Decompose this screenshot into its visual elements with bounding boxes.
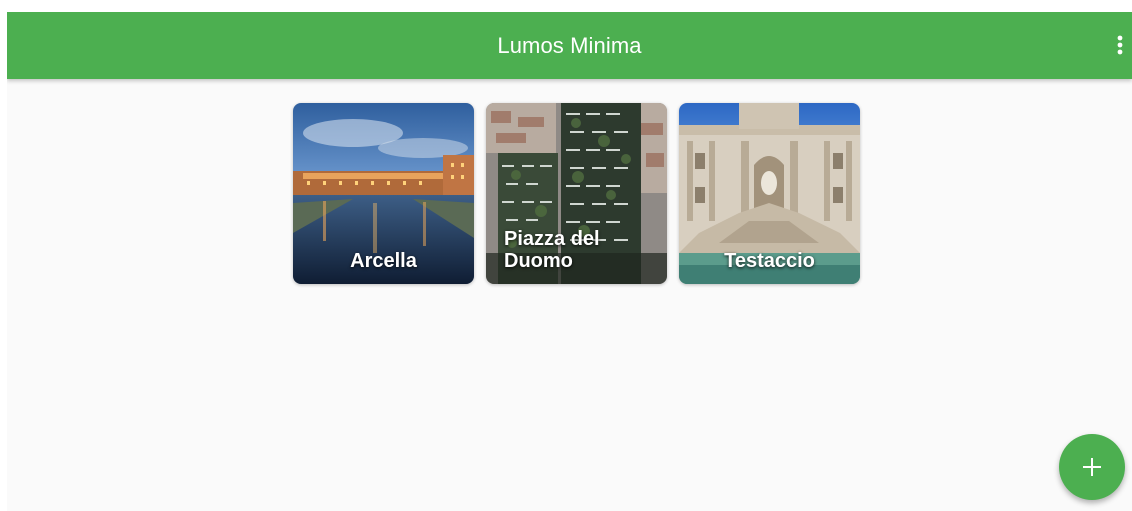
- location-tile-label: Testaccio: [724, 250, 815, 272]
- location-tile-label: Arcella: [350, 250, 417, 272]
- more-vert-icon[interactable]: [1112, 32, 1128, 60]
- location-tile-piazza-del-duomo[interactable]: Piazza del Duomo: [486, 103, 667, 284]
- location-tile-label: Piazza del Duomo: [504, 228, 600, 272]
- location-tile-arcella[interactable]: Arcella: [293, 103, 474, 284]
- add-location-button[interactable]: [1059, 434, 1125, 500]
- app-window: Lumos Minima Arcella Piazza del Duomo Te…: [7, 12, 1132, 511]
- app-title: Lumos Minima: [497, 33, 642, 58]
- plus-icon: [1083, 458, 1101, 476]
- app-bar: Lumos Minima: [7, 12, 1132, 79]
- location-tile-testaccio[interactable]: Testaccio: [679, 103, 860, 284]
- location-grid: Arcella Piazza del Duomo Testaccio: [293, 103, 860, 284]
